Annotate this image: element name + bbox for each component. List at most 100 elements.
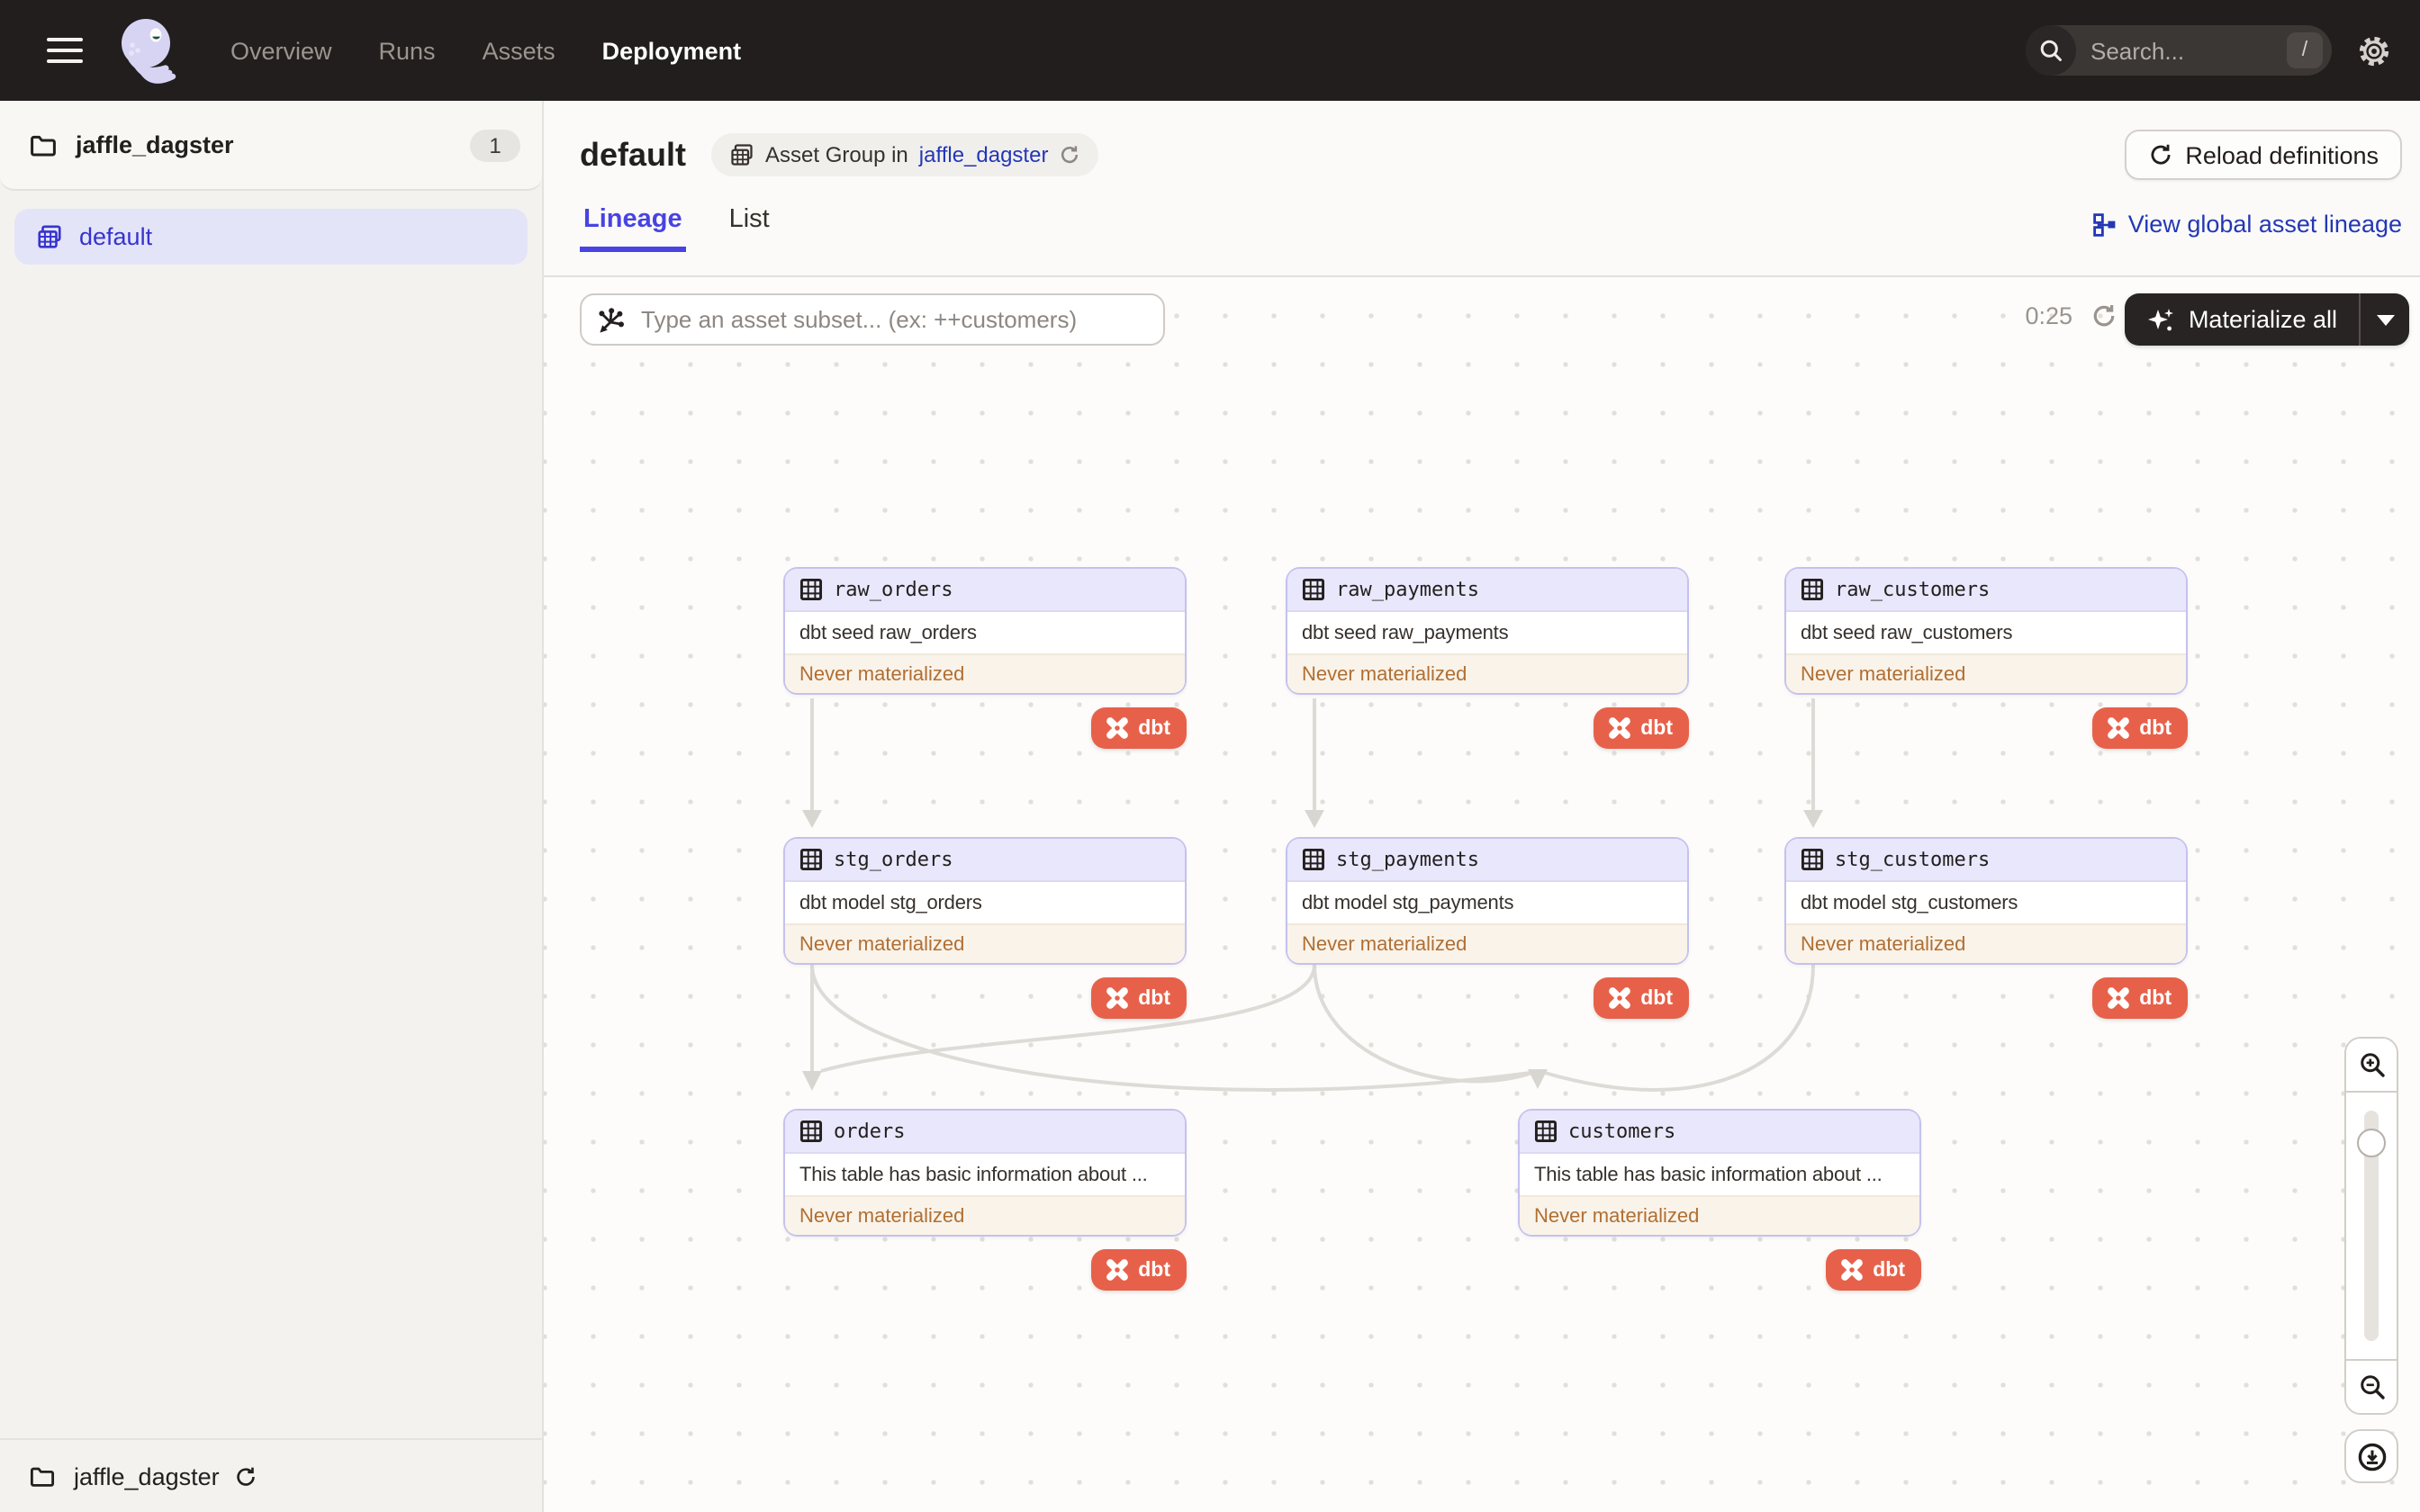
dbt-badge[interactable]: dbt	[2092, 977, 2188, 1019]
folder-icon	[30, 1466, 55, 1486]
zoom-out-button[interactable]	[2346, 1361, 2397, 1413]
dbt-badge[interactable]: dbt	[1091, 707, 1187, 749]
nav-menu: Overview Runs Assets Deployment	[230, 37, 741, 64]
dbt-badge[interactable]: dbt	[1594, 707, 1689, 749]
dbt-badge[interactable]: dbt	[1594, 977, 1689, 1019]
zoom-in-icon	[2360, 1053, 2384, 1077]
dbt-logo-icon	[1106, 987, 1129, 1009]
zoom-slider-thumb[interactable]	[2357, 1129, 2386, 1157]
zoom-out-icon	[2360, 1375, 2384, 1400]
asset-description: This table has basic information about .…	[799, 1164, 1148, 1185]
nav-right: /	[2026, 25, 2420, 76]
dbt-logo-icon	[2108, 717, 2130, 739]
countdown-timer: 0:25	[2025, 302, 2072, 329]
table-icon	[799, 578, 823, 601]
asset-name: stg_customers	[1835, 848, 1991, 871]
asset-name: raw_customers	[1835, 578, 1991, 601]
asset-status: Never materialized	[785, 1195, 1185, 1235]
asset-status: Never materialized	[1520, 1195, 1919, 1235]
download-icon	[2357, 1442, 2386, 1471]
asset-description: dbt seed raw_customers	[1801, 622, 2013, 644]
materialize-dropdown-caret[interactable]	[2361, 293, 2409, 346]
asset-status: Never materialized	[1786, 923, 2186, 963]
asset-name: customers	[1568, 1120, 1676, 1143]
asset-name: raw_orders	[834, 578, 953, 601]
table-icon	[1801, 848, 1824, 871]
materialize-all-main[interactable]: Materialize all	[2126, 293, 2359, 346]
asset-description: This table has basic information about .…	[1534, 1164, 1883, 1185]
asset-description: dbt seed raw_payments	[1302, 622, 1509, 644]
dbt-logo-icon	[1106, 1259, 1129, 1281]
tab-lineage[interactable]: Lineage	[580, 205, 686, 252]
asset-status: Never materialized	[1287, 653, 1687, 693]
dbt-logo-icon	[2108, 987, 2130, 1009]
asset-graph-filter-icon	[599, 307, 624, 332]
nav-item-overview[interactable]: Overview	[230, 37, 332, 64]
search-bar[interactable]: /	[2026, 25, 2332, 76]
asset-node-raw-payments[interactable]: raw_payments dbt seed raw_payments Never…	[1286, 567, 1689, 749]
lineage-canvas[interactable]: 0:25 Materialize all	[544, 277, 2420, 1512]
dbt-logo-icon	[1609, 717, 1631, 739]
materialize-all-button[interactable]: Materialize all	[2125, 293, 2409, 346]
asset-node-raw-orders[interactable]: raw_orders dbt seed raw_orders Never mat…	[783, 567, 1187, 749]
zoom-slider[interactable]	[2346, 1091, 2397, 1361]
asset-description: dbt model stg_customers	[1801, 892, 2018, 914]
asset-node-orders[interactable]: orders This table has basic information …	[783, 1109, 1187, 1291]
menu-hamburger-icon[interactable]	[47, 38, 83, 63]
asset-subset-input[interactable]	[637, 304, 1149, 335]
dbt-badge[interactable]: dbt	[1091, 1249, 1187, 1291]
refresh-icon[interactable]	[2090, 302, 2118, 329]
dbt-badge[interactable]: dbt	[1091, 977, 1187, 1019]
asset-group-tag: Asset Group in jaffle_dagster	[711, 133, 1099, 176]
table-icon	[1302, 848, 1325, 871]
asset-node-stg-orders[interactable]: stg_orders dbt model stg_orders Never ma…	[783, 837, 1187, 1019]
asset-node-stg-payments[interactable]: stg_payments dbt model stg_payments Neve…	[1286, 837, 1689, 1019]
zoom-controls	[2344, 1037, 2398, 1483]
tab-list[interactable]: List	[726, 205, 773, 252]
zoom-in-button[interactable]	[2346, 1039, 2397, 1091]
asset-name: stg_payments	[1336, 848, 1479, 871]
asset-group-repo-link[interactable]: jaffle_dagster	[919, 142, 1049, 167]
asset-node-customers[interactable]: customers This table has basic informati…	[1518, 1109, 1921, 1291]
nav-item-assets[interactable]: Assets	[483, 37, 555, 64]
sparkle-icon	[2148, 308, 2174, 330]
reload-icon[interactable]	[1059, 144, 1080, 166]
asset-group-tag-text: Asset Group in	[765, 142, 908, 167]
asset-description: dbt model stg_orders	[799, 892, 982, 914]
table-icon	[731, 144, 753, 166]
dagster-app: Overview Runs Assets Deployment /	[0, 0, 2420, 1512]
asset-description: dbt model stg_payments	[1302, 892, 1514, 914]
chevron-down-icon	[2376, 314, 2394, 325]
dbt-badge[interactable]: dbt	[1826, 1249, 1921, 1291]
group-name: default	[79, 223, 153, 250]
asset-description: dbt seed raw_orders	[799, 622, 977, 644]
asset-group-icon	[38, 225, 61, 248]
table-icon	[799, 848, 823, 871]
table-icon	[1534, 1120, 1558, 1143]
download-image-button[interactable]	[2344, 1429, 2398, 1483]
search-shortcut-badge: /	[2287, 32, 2323, 68]
view-global-asset-lineage-link[interactable]: View global asset lineage	[2092, 211, 2402, 252]
sidebar-item-default-group[interactable]: default	[14, 209, 528, 265]
footer-repo-name: jaffle_dagster	[74, 1462, 220, 1490]
asset-status: Never materialized	[1287, 923, 1687, 963]
nav-item-deployment[interactable]: Deployment	[602, 37, 742, 64]
asset-node-stg-customers[interactable]: stg_customers dbt model stg_customers Ne…	[1784, 837, 2188, 1019]
settings-gear-icon[interactable]	[2357, 33, 2391, 68]
reload-repo-icon[interactable]	[234, 1464, 257, 1488]
search-input[interactable]	[2087, 35, 2260, 66]
sidebar-footer: jaffle_dagster	[0, 1438, 542, 1512]
folder-icon	[31, 134, 56, 156]
nav-item-runs[interactable]: Runs	[379, 37, 436, 64]
reload-definitions-button[interactable]: Reload definitions	[2124, 130, 2402, 180]
dagster-logo[interactable]	[115, 14, 184, 86]
lineage-graph-icon	[2093, 212, 2116, 236]
refresh-timer: 0:25	[2025, 302, 2118, 329]
asset-node-raw-customers[interactable]: raw_customers dbt seed raw_customers Nev…	[1784, 567, 2188, 749]
search-icon	[2026, 25, 2076, 76]
dbt-badge[interactable]: dbt	[2092, 707, 2188, 749]
asset-subset-filter[interactable]	[580, 293, 1165, 346]
sidebar-repo-jaffle-dagster[interactable]: jaffle_dagster 1	[0, 101, 542, 191]
repo-name: jaffle_dagster	[76, 131, 234, 158]
page-header: default Asset Group in jaffle_dagster Re…	[544, 101, 2420, 277]
